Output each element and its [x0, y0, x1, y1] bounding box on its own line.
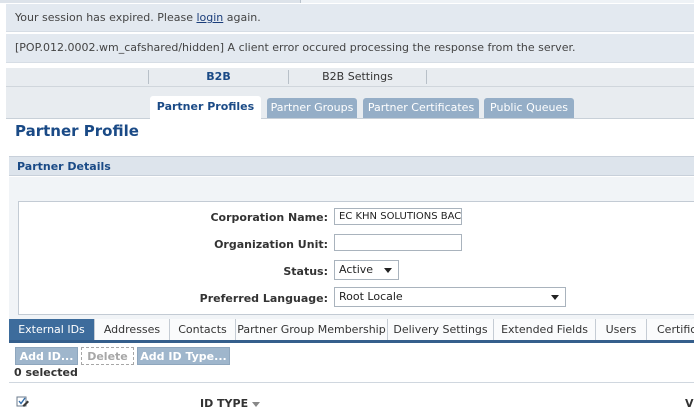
tab-public-queues[interactable]: Public Queues — [484, 98, 574, 118]
trailing-column-header[interactable]: V — [685, 397, 694, 410]
tab-partner-profiles[interactable]: Partner Profiles — [150, 96, 261, 119]
app-nav-b2b-settings[interactable]: B2B Settings — [289, 68, 426, 86]
organization-unit-input[interactable] — [334, 234, 462, 251]
login-link[interactable]: login — [196, 11, 223, 24]
corporation-name-label: Corporation Name: — [210, 211, 328, 224]
client-error-message: [POP.012.0002.wm_cafshared/hidden] A cli… — [6, 34, 694, 63]
app-nav-bar: B2B B2B Settings — [6, 68, 694, 87]
status-select-value: Active — [339, 263, 374, 276]
subtab-delivery-settings[interactable]: Delivery Settings — [388, 319, 494, 340]
subtab-contacts[interactable]: Contacts — [170, 319, 236, 340]
page-title: Partner Profile — [15, 122, 139, 140]
add-id-button[interactable]: Add ID... — [15, 347, 78, 365]
page-tab-bar: Partner Profiles Partner Groups Partner … — [6, 87, 694, 119]
subtab-extended-fields[interactable]: Extended Fields — [494, 319, 596, 340]
id-type-header-label: ID TYPE — [200, 397, 249, 410]
status-select[interactable]: Active — [334, 260, 399, 280]
preferred-language-value: Root Locale — [339, 290, 403, 303]
selection-count: 0 selected — [14, 366, 78, 379]
app-nav-separator — [426, 70, 427, 84]
external-ids-toolbar: Add ID... Delete Add ID Type... — [9, 343, 694, 365]
status-label: Status: — [283, 265, 328, 278]
chevron-down-icon — [384, 268, 392, 273]
sort-down-icon — [252, 401, 261, 407]
organization-unit-label: Organization Unit: — [214, 238, 328, 251]
app-nav-b2b[interactable]: B2B — [149, 68, 288, 86]
corporation-name-input[interactable]: EC KHN SOLUTIONS BAC — [334, 208, 462, 225]
add-id-type-button[interactable]: Add ID Type... — [137, 347, 230, 365]
top-strip — [0, 0, 694, 3]
detail-sub-tabs: External IDs Addresses Contacts Partner … — [9, 319, 694, 343]
edit-checkbox-icon[interactable] — [16, 395, 30, 409]
session-message-prefix: Your session has expired. Please — [15, 11, 197, 24]
preferred-language-select[interactable]: Root Locale — [334, 287, 566, 307]
id-type-column-header[interactable]: ID TYPE — [200, 397, 261, 410]
subtab-partner-group-membership[interactable]: Partner Group Membership — [236, 319, 388, 340]
chevron-down-icon — [551, 295, 559, 300]
subtab-users[interactable]: Users — [596, 319, 647, 340]
preferred-language-label: Preferred Language: — [199, 292, 328, 305]
session-expired-message: Your session has expired. Please login a… — [6, 4, 694, 32]
delete-button[interactable]: Delete — [81, 347, 134, 365]
external-ids-grid-header: ID TYPE V — [9, 383, 694, 416]
top-strip-segment — [300, 0, 694, 3]
subtab-certificates[interactable]: Certific — [647, 319, 694, 340]
tab-partner-groups[interactable]: Partner Groups — [267, 98, 357, 118]
subtab-addresses[interactable]: Addresses — [95, 319, 170, 340]
session-message-suffix: again. — [223, 11, 261, 24]
subtab-external-ids[interactable]: External IDs — [9, 319, 95, 340]
tab-partner-certificates[interactable]: Partner Certificates — [363, 98, 479, 118]
partner-details-header: Partner Details — [9, 156, 694, 176]
